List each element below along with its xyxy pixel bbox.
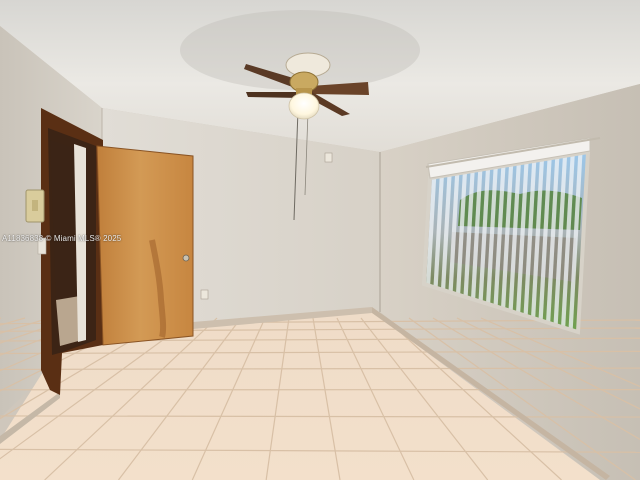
fan-blade <box>246 92 300 98</box>
photo-watermark: A11836838 © Miami MLS® 2025 <box>2 234 122 243</box>
interior-door[interactable] <box>96 145 194 346</box>
light-switch-toggle <box>32 200 38 211</box>
door-knob-icon[interactable] <box>182 254 190 262</box>
light-bulb-icon <box>288 92 320 120</box>
outlet-icon <box>200 289 209 300</box>
thermostat-plate <box>324 152 333 163</box>
room-photo: A11836838 © Miami MLS® 2025 <box>0 0 640 480</box>
